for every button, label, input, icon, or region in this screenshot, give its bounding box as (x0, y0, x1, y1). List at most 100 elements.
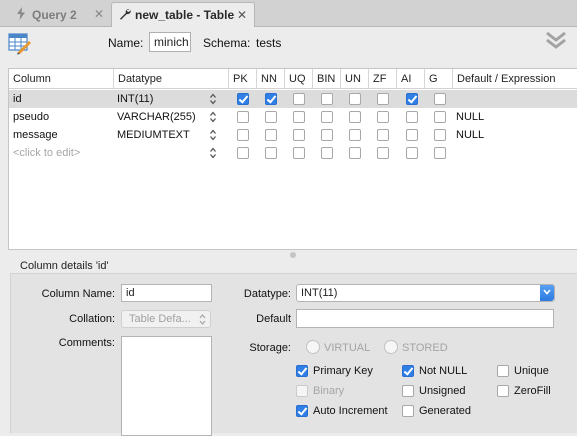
g-checkbox[interactable] (434, 111, 446, 123)
generated-checkbox[interactable] (402, 405, 414, 417)
auto-increment-checkbox[interactable] (296, 405, 308, 417)
nn-checkbox[interactable] (265, 111, 277, 123)
pk-checkbox[interactable] (237, 93, 249, 105)
storage-virtual-label: VIRTUAL (324, 342, 371, 354)
column-details-panel: Column Name: id Collation: Table Defa...… (10, 273, 577, 436)
updown-icon[interactable] (209, 111, 217, 123)
header-default[interactable]: Default / Expression (452, 69, 577, 89)
nn-checkbox[interactable] (265, 93, 277, 105)
ai-checkbox[interactable] (406, 111, 418, 123)
table-name-input[interactable]: minich (149, 32, 191, 52)
collation-select[interactable]: Table Defa... (121, 310, 211, 328)
click-to-edit-placeholder[interactable]: <click to edit> (13, 144, 80, 162)
un-checkbox[interactable] (349, 129, 361, 141)
not-null-checkbox[interactable] (402, 365, 414, 377)
close-icon[interactable]: ✕ (237, 8, 247, 22)
column-name-cell[interactable]: id (13, 90, 22, 108)
zf-checkbox[interactable] (377, 93, 389, 105)
header-zf[interactable]: ZF (368, 69, 396, 89)
comments-textarea[interactable] (121, 336, 212, 436)
storage-stored-label: STORED (402, 342, 448, 354)
g-checkbox[interactable] (434, 93, 446, 105)
uq-checkbox[interactable] (293, 129, 305, 141)
datatype-value: INT(11) (301, 287, 338, 299)
bin-checkbox[interactable] (321, 111, 333, 123)
unique-checkbox[interactable] (497, 365, 509, 377)
datatype-combobox[interactable]: INT(11) (296, 284, 555, 302)
dropdown-button[interactable] (540, 285, 554, 301)
zerofill-checkbox[interactable] (497, 385, 509, 397)
header-g[interactable]: G (424, 69, 452, 89)
storage-virtual-radio[interactable] (306, 340, 320, 354)
primary-key-label: Primary Key (313, 365, 373, 377)
datatype-cell[interactable]: INT(11) (117, 90, 153, 108)
generated-label: Generated (419, 405, 471, 417)
columns-grid: Column Datatype PK NN UQ BIN UN ZF AI G … (8, 68, 577, 250)
tab-new-table[interactable]: new_table - Table ✕ (111, 2, 255, 27)
uq-checkbox[interactable] (293, 111, 305, 123)
header-pk[interactable]: PK (228, 69, 256, 89)
close-icon[interactable]: ✕ (94, 7, 104, 21)
datatype-label: Datatype: (243, 288, 291, 300)
bin-checkbox[interactable] (321, 147, 333, 159)
header-nn[interactable]: NN (256, 69, 284, 89)
default-input[interactable] (296, 309, 554, 328)
tab-query-2[interactable]: Query 2 ✕ (0, 2, 111, 27)
storage-stored-radio[interactable] (384, 340, 398, 354)
header-bin[interactable]: BIN (312, 69, 340, 89)
header-uq[interactable]: UQ (284, 69, 312, 89)
chevron-down-icon (543, 289, 551, 295)
column-name-input[interactable]: id (121, 284, 212, 302)
collapse-chevron-icon[interactable] (544, 29, 570, 53)
g-checkbox[interactable] (434, 147, 446, 159)
column-name-cell[interactable]: message (13, 126, 58, 144)
bin-checkbox[interactable] (321, 129, 333, 141)
header-datatype[interactable]: Datatype (113, 69, 228, 89)
primary-key-checkbox[interactable] (296, 365, 308, 377)
ai-checkbox[interactable] (406, 93, 418, 105)
bin-checkbox[interactable] (321, 93, 333, 105)
storage-label: Storage: (249, 342, 291, 354)
un-checkbox[interactable] (349, 147, 361, 159)
new-column-row[interactable]: <click to edit> (9, 144, 577, 162)
uq-checkbox[interactable] (293, 93, 305, 105)
g-checkbox[interactable] (434, 129, 446, 141)
table-row[interactable]: pseudo VARCHAR(255) NULL (9, 108, 577, 126)
datatype-cell[interactable]: VARCHAR(255) (117, 108, 196, 126)
binary-label: Binary (313, 385, 345, 397)
ai-checkbox[interactable] (406, 129, 418, 141)
table-row[interactable]: id INT(11) (9, 90, 577, 108)
un-checkbox[interactable] (349, 111, 361, 123)
unsigned-label: Unsigned (419, 385, 466, 397)
un-checkbox[interactable] (349, 93, 361, 105)
nn-checkbox[interactable] (265, 129, 277, 141)
column-name-cell[interactable]: pseudo (13, 108, 49, 126)
table-header: Name: minich Schema: tests (0, 27, 577, 61)
binary-checkbox[interactable] (296, 385, 308, 397)
pk-checkbox[interactable] (237, 111, 249, 123)
tab-label: new_table - Table (135, 8, 235, 22)
zf-checkbox[interactable] (377, 147, 389, 159)
name-label: Name: (108, 36, 144, 50)
header-un[interactable]: UN (340, 69, 368, 89)
column-details-title: Column details 'id' (20, 260, 109, 272)
nn-checkbox[interactable] (265, 147, 277, 159)
default-cell[interactable]: NULL (456, 126, 484, 144)
updown-icon[interactable] (209, 93, 217, 105)
ai-checkbox[interactable] (406, 147, 418, 159)
splitter-handle[interactable] (290, 252, 296, 258)
header-ai[interactable]: AI (396, 69, 424, 89)
updown-icon[interactable] (209, 147, 217, 159)
pk-checkbox[interactable] (237, 129, 249, 141)
default-cell[interactable]: NULL (456, 108, 484, 126)
header-column[interactable]: Column (9, 69, 113, 89)
zf-checkbox[interactable] (377, 129, 389, 141)
datatype-cell[interactable]: MEDIUMTEXT (117, 126, 190, 144)
unsigned-checkbox[interactable] (402, 385, 414, 397)
table-row[interactable]: message MEDIUMTEXT NULL (9, 126, 577, 144)
uq-checkbox[interactable] (293, 147, 305, 159)
wrench-icon (119, 8, 131, 23)
pk-checkbox[interactable] (237, 147, 249, 159)
zf-checkbox[interactable] (377, 111, 389, 123)
updown-icon[interactable] (209, 129, 217, 141)
